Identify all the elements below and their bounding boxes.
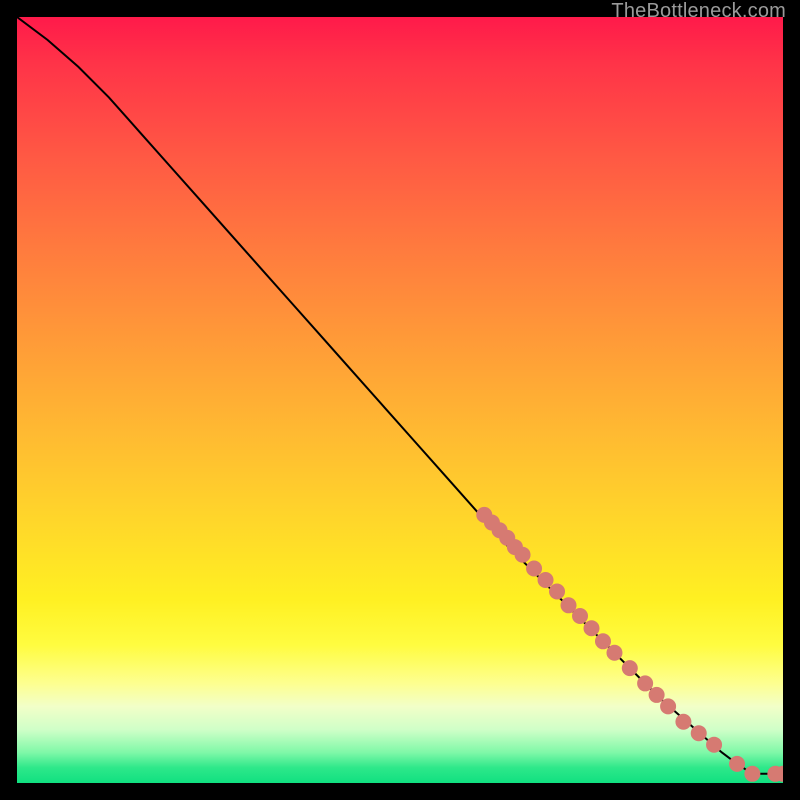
data-marker xyxy=(526,561,542,577)
data-marker xyxy=(637,675,653,691)
data-marker xyxy=(572,608,588,624)
data-marker xyxy=(606,645,622,661)
data-marker xyxy=(660,698,676,714)
data-marker xyxy=(584,620,600,636)
data-marker xyxy=(595,633,611,649)
data-marker xyxy=(549,584,565,600)
data-marker xyxy=(744,766,760,782)
plot-area xyxy=(17,17,783,783)
marker-group xyxy=(476,507,783,782)
attribution-text: TheBottleneck.com xyxy=(611,0,786,23)
data-marker xyxy=(706,737,722,753)
chart-svg xyxy=(17,17,783,783)
line-series xyxy=(17,17,783,774)
data-marker xyxy=(622,660,638,676)
curve-path xyxy=(17,17,783,774)
data-marker xyxy=(515,547,531,563)
data-marker xyxy=(729,756,745,772)
data-marker xyxy=(691,725,707,741)
chart-container: TheBottleneck.com xyxy=(0,0,800,800)
data-marker xyxy=(675,714,691,730)
data-marker xyxy=(649,687,665,703)
data-marker xyxy=(538,572,554,588)
